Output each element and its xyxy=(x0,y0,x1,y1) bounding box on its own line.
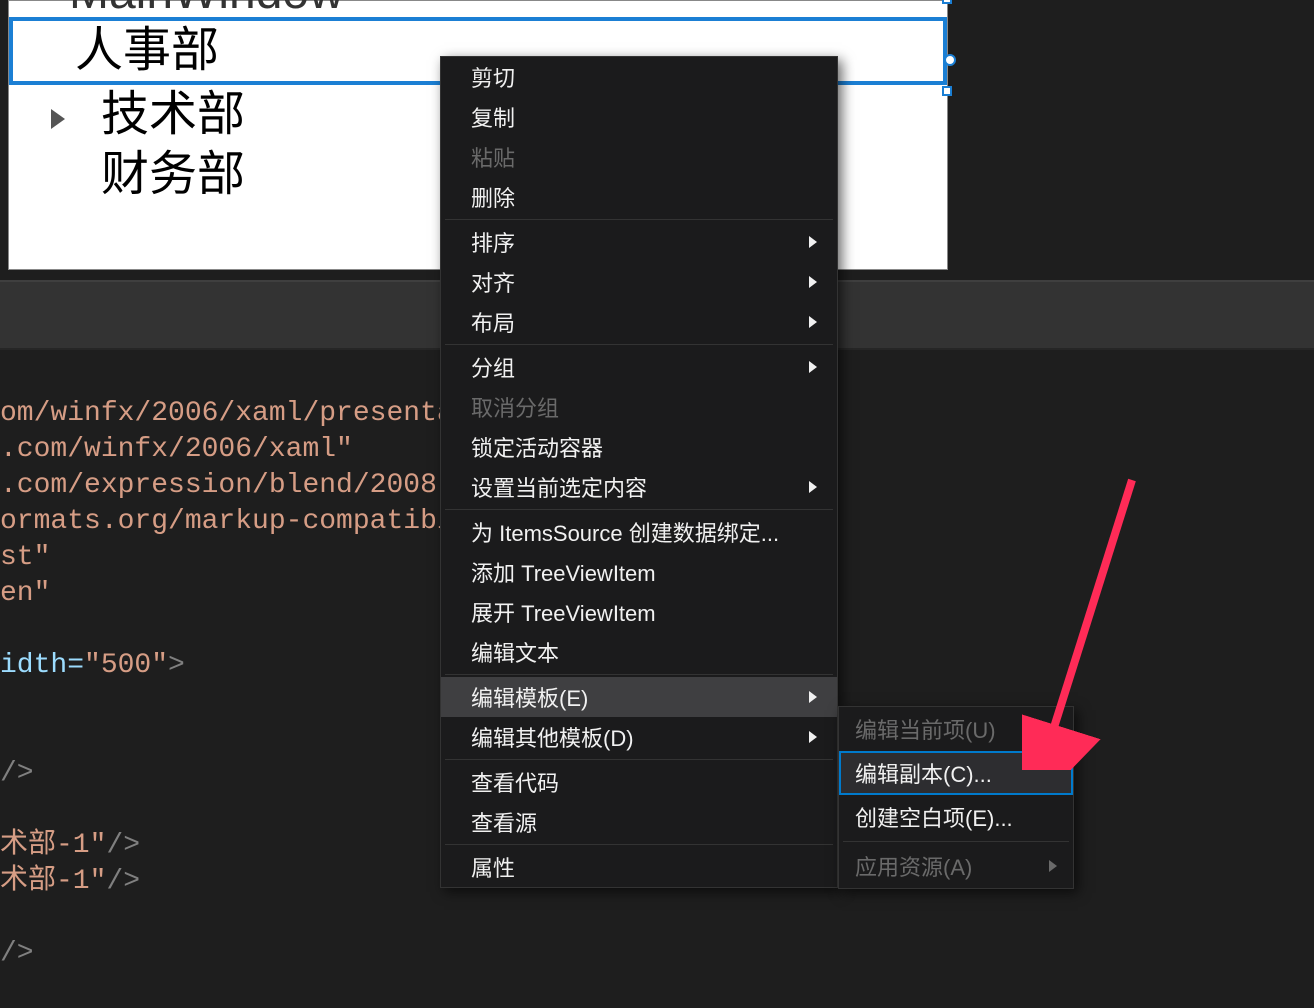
submenu-create-empty[interactable]: 创建空白项(E)... xyxy=(839,795,1073,839)
menu-label: 剪切 xyxy=(471,61,515,93)
chevron-right-icon xyxy=(809,361,817,373)
menu-lock-container[interactable]: 锁定活动容器 xyxy=(441,427,837,467)
menu-label: 查看代码 xyxy=(471,766,559,798)
submenu-edit-template: 编辑当前项(U) 编辑副本(C)... 创建空白项(E)... 应用资源(A) xyxy=(838,706,1074,889)
menu-set-selection[interactable]: 设置当前选定内容 xyxy=(441,467,837,507)
menu-label: 为 ItemsSource 创建数据绑定... xyxy=(471,516,779,548)
chevron-right-icon xyxy=(809,276,817,288)
tree-expander-icon[interactable] xyxy=(51,109,65,129)
menu-label: 编辑文本 xyxy=(471,636,559,668)
code-text: .com/winfx/2006/xaml" xyxy=(0,434,353,465)
menu-label: 复制 xyxy=(471,101,515,133)
menu-sort[interactable]: 排序 xyxy=(441,222,837,262)
chevron-right-icon xyxy=(809,316,817,328)
code-text: /> xyxy=(0,938,34,969)
code-text: "500" xyxy=(84,650,168,681)
menu-view-source[interactable]: 查看源 xyxy=(441,802,837,842)
submenu-apply-resource: 应用资源(A) xyxy=(839,844,1073,888)
code-text: /> xyxy=(106,866,140,897)
code-text: /> xyxy=(0,758,34,789)
selection-handle[interactable] xyxy=(942,0,952,4)
code-text: ormats.org/markup-compatibilit xyxy=(0,506,504,537)
submenu-edit-current: 编辑当前项(U) xyxy=(839,707,1073,751)
menu-separator xyxy=(445,219,833,220)
chevron-right-icon xyxy=(1049,860,1057,872)
menu-label: 编辑模板(E) xyxy=(471,681,588,713)
menu-properties[interactable]: 属性 xyxy=(441,847,837,887)
menu-cut[interactable]: 剪切 xyxy=(441,57,837,97)
code-text: .com/expression/blend/2008" xyxy=(0,470,454,501)
menu-group[interactable]: 分组 xyxy=(441,347,837,387)
code-text: en" xyxy=(0,578,50,609)
code-text: 术部-1" xyxy=(0,830,106,861)
menu-ungroup: 取消分组 xyxy=(441,387,837,427)
menu-label: 添加 TreeViewItem xyxy=(471,556,656,588)
menu-edit-template[interactable]: 编辑模板(E) xyxy=(441,677,837,717)
menu-label: 删除 xyxy=(471,181,515,213)
chevron-right-icon xyxy=(809,481,817,493)
menu-label: 对齐 xyxy=(471,266,515,298)
menu-label: 设置当前选定内容 xyxy=(471,471,647,503)
menu-label: 查看源 xyxy=(471,806,537,838)
menu-edit-other-templates[interactable]: 编辑其他模板(D) xyxy=(441,717,837,757)
code-text: > xyxy=(168,650,185,681)
menu-label: 取消分组 xyxy=(471,391,559,423)
menu-copy[interactable]: 复制 xyxy=(441,97,837,137)
menu-label: 编辑其他模板(D) xyxy=(471,721,634,753)
menu-label: 布局 xyxy=(471,306,515,338)
menu-separator xyxy=(445,759,833,760)
chevron-right-icon xyxy=(809,691,817,703)
menu-edit-text[interactable]: 编辑文本 xyxy=(441,632,837,672)
menu-label: 编辑副本(C)... xyxy=(855,757,992,789)
code-text: st" xyxy=(0,542,50,573)
menu-label: 锁定活动容器 xyxy=(471,431,603,463)
menu-separator xyxy=(445,844,833,845)
tree-item-label: 技术部 xyxy=(101,85,245,145)
menu-paste: 粘贴 xyxy=(441,137,837,177)
menu-layout[interactable]: 布局 xyxy=(441,302,837,342)
menu-create-binding[interactable]: 为 ItemsSource 创建数据绑定... xyxy=(441,512,837,552)
code-text: 术部-1" xyxy=(0,866,106,897)
menu-label: 创建空白项(E)... xyxy=(855,801,1013,833)
context-menu: 剪切 复制 粘贴 删除 排序 对齐 布局 分组 取消分组 锁定活动容器 设置当前… xyxy=(440,56,838,888)
menu-label: 编辑当前项(U) xyxy=(855,713,996,745)
menu-label: 粘贴 xyxy=(471,141,515,173)
menu-align[interactable]: 对齐 xyxy=(441,262,837,302)
menu-label: 分组 xyxy=(471,351,515,383)
selection-handle[interactable] xyxy=(942,86,952,96)
menu-separator xyxy=(843,841,1069,842)
menu-delete[interactable]: 删除 xyxy=(441,177,837,217)
menu-add-tvi[interactable]: 添加 TreeViewItem xyxy=(441,552,837,592)
selection-handle[interactable] xyxy=(944,54,956,66)
code-text: /> xyxy=(106,830,140,861)
chevron-right-icon xyxy=(809,236,817,248)
code-text: om/winfx/2006/xaml/presentatio xyxy=(0,398,504,429)
tree-item-label: 财务部 xyxy=(101,145,245,205)
menu-separator xyxy=(445,344,833,345)
menu-label: 应用资源(A) xyxy=(855,850,972,882)
menu-separator xyxy=(445,674,833,675)
menu-label: 排序 xyxy=(471,226,515,258)
submenu-edit-copy[interactable]: 编辑副本(C)... xyxy=(839,751,1073,795)
menu-label: 属性 xyxy=(471,851,515,883)
menu-separator xyxy=(445,509,833,510)
menu-expand-tvi[interactable]: 展开 TreeViewItem xyxy=(441,592,837,632)
menu-view-code[interactable]: 查看代码 xyxy=(441,762,837,802)
tree-item-label: 人事部 xyxy=(75,21,219,81)
chevron-right-icon xyxy=(809,731,817,743)
code-text: idth= xyxy=(0,650,84,681)
menu-label: 展开 TreeViewItem xyxy=(471,596,656,628)
